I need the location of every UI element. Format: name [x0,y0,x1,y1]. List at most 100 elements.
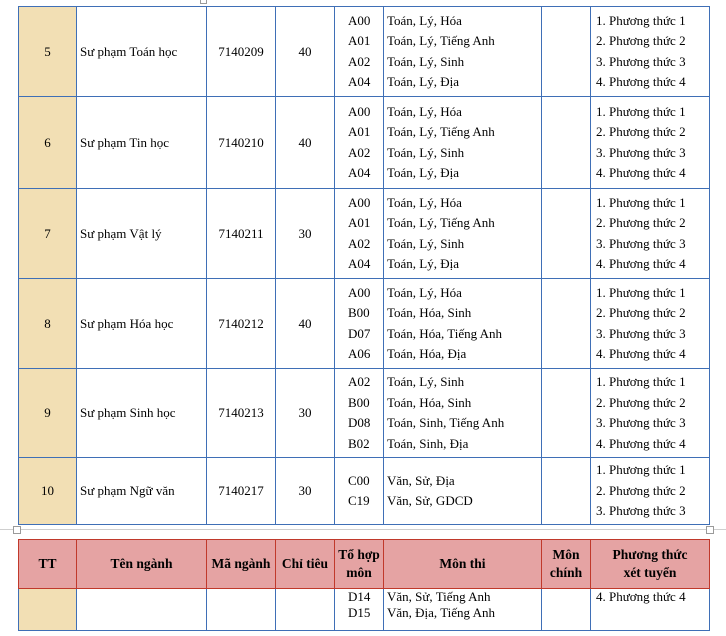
cell-methods: 1. Phương thức 1 2. Phương thức 2 3. Phươn… [590,188,710,279]
subject-line: Toán, Hóa, Sinh [387,305,472,320]
subject-line: Toán, Lý, Địa [387,74,460,89]
cell-main-subject [541,457,591,525]
cell-tt: 10 [18,457,77,525]
method-line: 4. Phương thức 4 [596,74,686,89]
cell-combos: A00 A01 A02 A04 [334,96,384,189]
admissions-table-continued: TT Tên ngành Mã ngành Chỉ tiêu Tổ hợp mô… [18,539,710,631]
header-major-name: Tên ngành [76,539,207,589]
method-line: 3. Phương thức 3 [596,144,686,160]
subject-line: Toán, Hóa, Tiếng Anh [387,325,503,341]
subject-line: Toán, Lý, Tiếng Anh [387,215,495,230]
cell-quota [275,588,335,631]
method-line: 3. Phương thức 3 [596,415,686,430]
cell-subjects: Văn, Sử, Địa Văn, Sử, GDCD [383,457,542,525]
cell-major-code: 7140217 [206,457,276,525]
combo-code: A01 [348,124,371,139]
subject-line: Toán, Lý, Tiếng Anh [387,33,495,48]
subject-line: Toán, Lý, Địa [387,256,460,271]
subject-line: Toán, Hóa, Địa [387,346,467,361]
table-row: 9 Sư phạm Sinh học 7140213 30 A02 B00 D08 B02 To… [18,368,710,458]
method-line: 2. Phương thức 2 [596,394,686,410]
cell-major-code: 7140213 [206,368,276,458]
header-combination-line1: Tổ hợp [338,547,380,562]
resize-handle-right[interactable] [706,526,714,534]
cell-quota: 40 [275,278,335,369]
cell-main-subject [541,588,591,631]
method-line: 3. Phương thức 3 [596,53,686,69]
method-line: 2. Phương thức 2 [596,305,686,320]
cell-main-subject [541,368,591,458]
method-line: 4. Phương thức 4 [596,165,686,180]
method-line: 2. Phương thức 2 [596,124,686,139]
subject-line: Toán, Lý, Địa [387,165,460,180]
table-row: 5 Sư phạm Toán học 7140209 40 A00 A01 A02 A04 To… [18,6,710,97]
cell-subjects: Toán, Lý, Hóa Toán, Lý, Tiếng Anh Toán, Lý… [383,6,542,97]
cell-major-code: 7140212 [206,278,276,369]
cell-main-subject [541,96,591,189]
cell-major-code: 7140210 [206,96,276,189]
combo-code: A00 [348,194,371,210]
cell-tt: 9 [18,368,77,458]
cell-major-name: Sư phạm Toán học [76,6,207,97]
subject-line: Toán, Lý, Hóa [387,194,462,210]
combo-code: A06 [348,346,371,361]
method-line: 2. Phương thức 2 [596,482,686,498]
cell-name [76,588,207,631]
cell-major-code: 7140209 [206,6,276,97]
subject-line: Văn, Địa, Tiếng Anh [387,605,495,620]
subject-line: Toán, Lý, Sinh [387,144,465,160]
header-combination-line2: môn [346,565,372,580]
resize-handle-left[interactable] [13,526,21,534]
cell-tt [18,588,77,631]
subject-line: Văn, Sử, GDCD [387,493,473,508]
combo-code: A04 [348,165,371,180]
header-method-line2: xét tuyển [623,565,677,580]
combo-code: A00 [348,284,371,300]
method-line: 1. Phương thức 1 [596,103,686,119]
table-move-handle[interactable] [200,0,207,4]
cell-combos: A00 A01 A02 A04 [334,6,384,97]
header-subjects: Môn thi [383,539,542,589]
combo-code: B00 [348,394,370,410]
subject-line: Toán, Lý, Sinh [387,53,465,69]
method-line: 4. Phương thức 4 [596,346,686,361]
method-line: 2. Phương thức 2 [596,33,686,48]
cell-combos: D14 D15 [334,588,384,631]
subject-line: Toán, Lý, Hóa [387,12,462,28]
subject-line: Toán, Lý, Sinh [387,235,465,251]
method-line: 1. Phương thức 1 [596,462,686,478]
cell-subjects: Toán, Lý, Hóa Toán, Lý, Tiếng Anh Toán, Lý… [383,96,542,189]
header-combination: Tổ hợp môn [334,539,384,589]
table-row: D14 D15 Văn, Sử, Tiếng Anh Văn, Địa, Tiế… [18,588,710,631]
header-tt: TT [18,539,77,589]
combo-code: A01 [348,33,371,48]
subject-line: Toán, Lý, Sinh [387,374,465,389]
combo-code: A00 [348,103,371,119]
cell-tt: 7 [18,188,77,279]
cell-major-name: Sư phạm Tin học [76,96,207,189]
cell-major-name: Sư phạm Vật lý [76,188,207,279]
combo-code: C19 [348,493,370,508]
cell-methods: 1. Phương thức 1 2. Phương thức 2 3. Phươn… [590,96,710,189]
admissions-table: 5 Sư phạm Toán học 7140209 40 A00 A01 A02 A04 To… [18,6,710,525]
cell-combos: C00 C19 [334,457,384,525]
cell-subjects: Toán, Lý, Hóa Toán, Hóa, Sinh Toán, Hóa, T… [383,278,542,369]
cell-subjects: Văn, Sử, Tiếng Anh Văn, Địa, Tiếng Anh [383,588,542,631]
subject-line: Toán, Lý, Hóa [387,103,462,119]
combo-code: D15 [348,605,371,620]
table-row: 7 Sư phạm Vật lý 7140211 30 A00 A01 A02 A04 Toán… [18,188,710,279]
header-major-code: Mã ngành [206,539,276,589]
combo-code: A02 [348,235,371,251]
header-method-line1: Phương thức [612,547,688,562]
combo-code: A04 [348,74,371,89]
subject-line: Toán, Sinh, Tiếng Anh [387,415,505,430]
cell-code [206,588,276,631]
method-line: 3. Phương thức 3 [596,325,686,341]
header-admission-method: Phương thức xét tuyển [590,539,710,589]
combo-code: A01 [348,215,371,230]
method-line: 1. Phương thức 1 [596,194,686,210]
cell-main-subject [541,6,591,97]
header-main-line1: Môn [552,547,580,562]
method-line: 3. Phương thức 3 [596,503,686,519]
cell-methods: 1. Phương thức 1 2. Phương thức 2 3. Phươn… [590,368,710,458]
